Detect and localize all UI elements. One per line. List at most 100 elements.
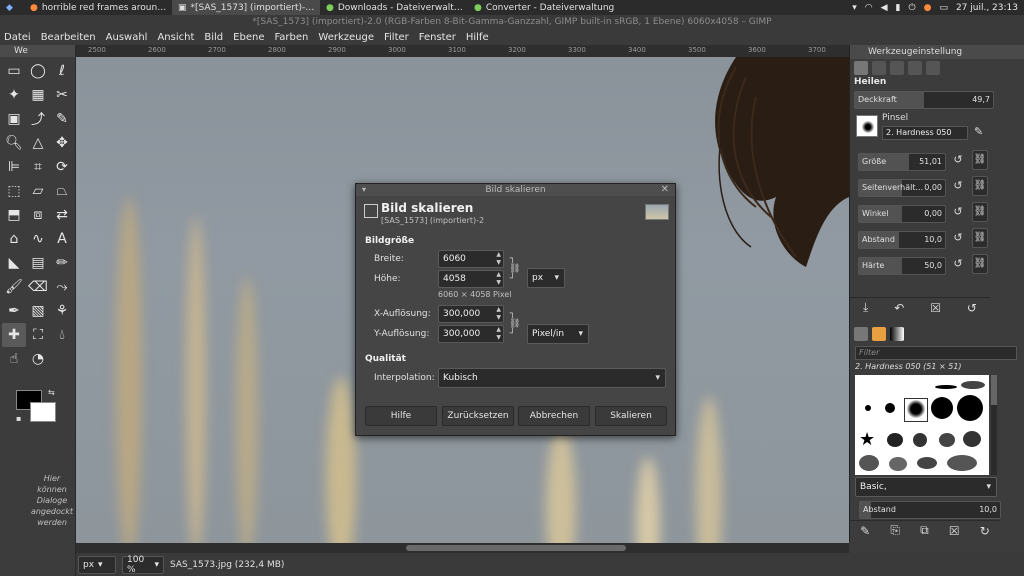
delete-brush-icon[interactable]: ☒ — [949, 524, 960, 538]
dodge-burn-icon[interactable]: ◔ — [26, 347, 50, 371]
scale-icon[interactable]: ⬚ — [2, 179, 26, 203]
rotate-icon[interactable]: ⟳ — [50, 155, 74, 179]
link-icon[interactable]: ⛓ — [972, 202, 988, 222]
spin-arrows-icon[interactable]: ▲ ▼ — [496, 306, 501, 322]
new-brush-icon[interactable]: ⎘ — [890, 523, 900, 538]
task-gimp[interactable]: ▣ *[SAS_1573] (importiert)-… — [172, 0, 320, 15]
clone-icon[interactable]: ⚘ — [50, 299, 74, 323]
fuzzy-select-icon[interactable]: ✦ — [2, 83, 26, 107]
edit-brush-icon[interactable]: ✎ — [860, 524, 870, 538]
menu-filter[interactable]: Filter — [384, 32, 409, 43]
rect-select-icon[interactable]: ▭ — [2, 59, 26, 83]
default-colors-icon[interactable]: ▪ — [16, 414, 21, 423]
brushes-tab-icon[interactable] — [854, 327, 868, 341]
task-downloads[interactable]: ● Downloads - Dateiverwalt… — [320, 0, 468, 15]
brush-scrollbar[interactable] — [991, 375, 997, 475]
bucket-fill-icon[interactable]: ◣ — [2, 251, 26, 275]
flip-icon[interactable]: ⇄ — [50, 203, 74, 227]
menu-hilfe[interactable]: Hilfe — [466, 32, 489, 43]
mypaint-brush-icon[interactable]: ▧ — [26, 299, 50, 323]
menu-auswahl[interactable]: Auswahl — [106, 32, 148, 43]
layers-tab-icon[interactable] — [926, 61, 940, 75]
swap-colors-icon[interactable]: ⇆ — [48, 388, 55, 397]
power-icon[interactable]: ⏻ — [908, 3, 915, 13]
width-input[interactable]: 6060 ▲ ▼ — [438, 250, 504, 268]
measure-icon[interactable]: △ — [26, 131, 50, 155]
patterns-tab-icon[interactable] — [872, 327, 886, 341]
reset-icon[interactable]: ↺ — [950, 152, 966, 168]
network-icon[interactable]: ▾ — [852, 3, 857, 13]
zoom-select[interactable]: 100 % ▾ — [122, 555, 164, 575]
reset-icon[interactable]: ↺ — [950, 178, 966, 194]
spin-arrows-icon[interactable]: ▲ ▼ — [496, 251, 501, 267]
hardness-slider[interactable]: Härte 50,0 — [858, 257, 946, 275]
tool-options-tab-icon[interactable] — [854, 61, 868, 75]
menu-werkzeuge[interactable]: Werkzeuge — [318, 32, 374, 43]
unified-transform-icon[interactable]: ⧈ — [26, 203, 50, 227]
menu-bearbeiten[interactable]: Bearbeiten — [41, 32, 96, 43]
firefox-tray-icon[interactable]: ● — [924, 3, 932, 13]
crop-icon[interactable]: ⌗ — [26, 155, 50, 179]
x-resolution-input[interactable]: 300,000 ▲ ▼ — [438, 305, 504, 323]
ellipse-select-icon[interactable]: ◯ — [26, 59, 50, 83]
reset-icon[interactable]: ↺ — [950, 204, 966, 220]
edit-brush-icon[interactable]: ✎ — [974, 125, 983, 138]
scissors-icon[interactable]: ✂ — [50, 83, 74, 107]
menu-launcher-icon[interactable]: ◆ — [0, 0, 24, 15]
menu-fenster[interactable]: Fenster — [419, 32, 456, 43]
y-resolution-input[interactable]: 300,000 ▲ ▼ — [438, 325, 504, 343]
link-icon[interactable]: ⛓ — [972, 150, 988, 170]
height-input[interactable]: 4058 ▲ ▼ — [438, 270, 504, 288]
blur-icon[interactable]: 💧︎ — [50, 323, 74, 347]
undo-history-tab-icon[interactable] — [890, 61, 904, 75]
move-icon[interactable]: ✥ — [50, 131, 74, 155]
shear-icon[interactable]: ▱ — [26, 179, 50, 203]
close-icon[interactable]: ✕ — [661, 184, 669, 196]
paths-icon[interactable]: ⤴ — [26, 107, 50, 131]
text-icon[interactable]: A — [50, 227, 74, 251]
device-status-tab-icon[interactable] — [872, 61, 886, 75]
link-icon[interactable]: ⛓ — [972, 254, 988, 274]
gradients-tab-icon[interactable] — [890, 327, 904, 341]
airbrush-icon[interactable]: ⤳ — [50, 275, 74, 299]
battery-icon[interactable]: ▮ — [896, 3, 901, 13]
reset-button[interactable]: Zurücksetzen — [442, 406, 514, 426]
heal-icon[interactable]: ✚ — [2, 323, 26, 347]
menu-datei[interactable]: Datei — [4, 32, 31, 43]
spin-arrows-icon[interactable]: ▲ ▼ — [496, 271, 501, 287]
opacity-slider[interactable]: Deckkraft 49,7 — [854, 91, 994, 109]
menu-bild[interactable]: Bild — [204, 32, 223, 43]
duplicate-brush-icon[interactable]: ⧉ — [920, 523, 929, 538]
delete-options-icon[interactable]: ☒ — [930, 301, 941, 315]
background-color[interactable] — [30, 402, 56, 422]
interpolation-select[interactable]: Kubisch ▾ — [438, 368, 666, 388]
brush-spacing-slider[interactable]: Abstand 10,0 — [859, 501, 1001, 519]
spin-arrows-icon[interactable]: ▲ ▼ — [496, 326, 501, 342]
help-button[interactable]: Hilfe — [365, 406, 437, 426]
wifi-icon[interactable]: ◠ — [865, 3, 873, 13]
brush-preview[interactable] — [856, 115, 878, 137]
menu-ansicht[interactable]: Ansicht — [157, 32, 194, 43]
brush-grid[interactable]: ★ — [855, 375, 989, 475]
ink-icon[interactable]: ✒ — [2, 299, 26, 323]
scale-button[interactable]: Skalieren — [595, 406, 667, 426]
restore-options-icon[interactable]: ↶ — [894, 301, 904, 315]
link-icon[interactable]: ⛓ — [972, 228, 988, 248]
eraser-icon[interactable]: ⌫ — [26, 275, 50, 299]
clock[interactable]: 27 juil., 23:13 — [956, 3, 1018, 13]
angle-slider[interactable]: Winkel 0,00 — [858, 205, 946, 223]
pencil-icon[interactable]: ✏ — [50, 251, 74, 275]
foreground-select-icon[interactable]: ▣ — [2, 107, 26, 131]
aspect-slider[interactable]: Seitenverhält... 0,00 — [858, 179, 946, 197]
transform-3d-icon[interactable]: ⬒ — [2, 203, 26, 227]
smudge-icon[interactable]: ☝ — [2, 347, 26, 371]
refresh-brushes-icon[interactable]: ↻ — [980, 524, 990, 538]
brush-name-field[interactable]: 2. Hardness 050 — [882, 126, 968, 140]
size-unit-select[interactable]: px ▾ — [527, 268, 565, 288]
gradient-icon[interactable]: ▤ — [26, 251, 50, 275]
link-icon[interactable]: ⛓ — [972, 176, 988, 196]
display-icon[interactable]: ▭ — [939, 3, 948, 13]
task-firefox[interactable]: ● horrible red frames aroun… — [24, 0, 172, 15]
reset-options-icon[interactable]: ↺ — [967, 301, 977, 315]
zoom-icon[interactable]: 🔍︎ — [2, 131, 26, 155]
